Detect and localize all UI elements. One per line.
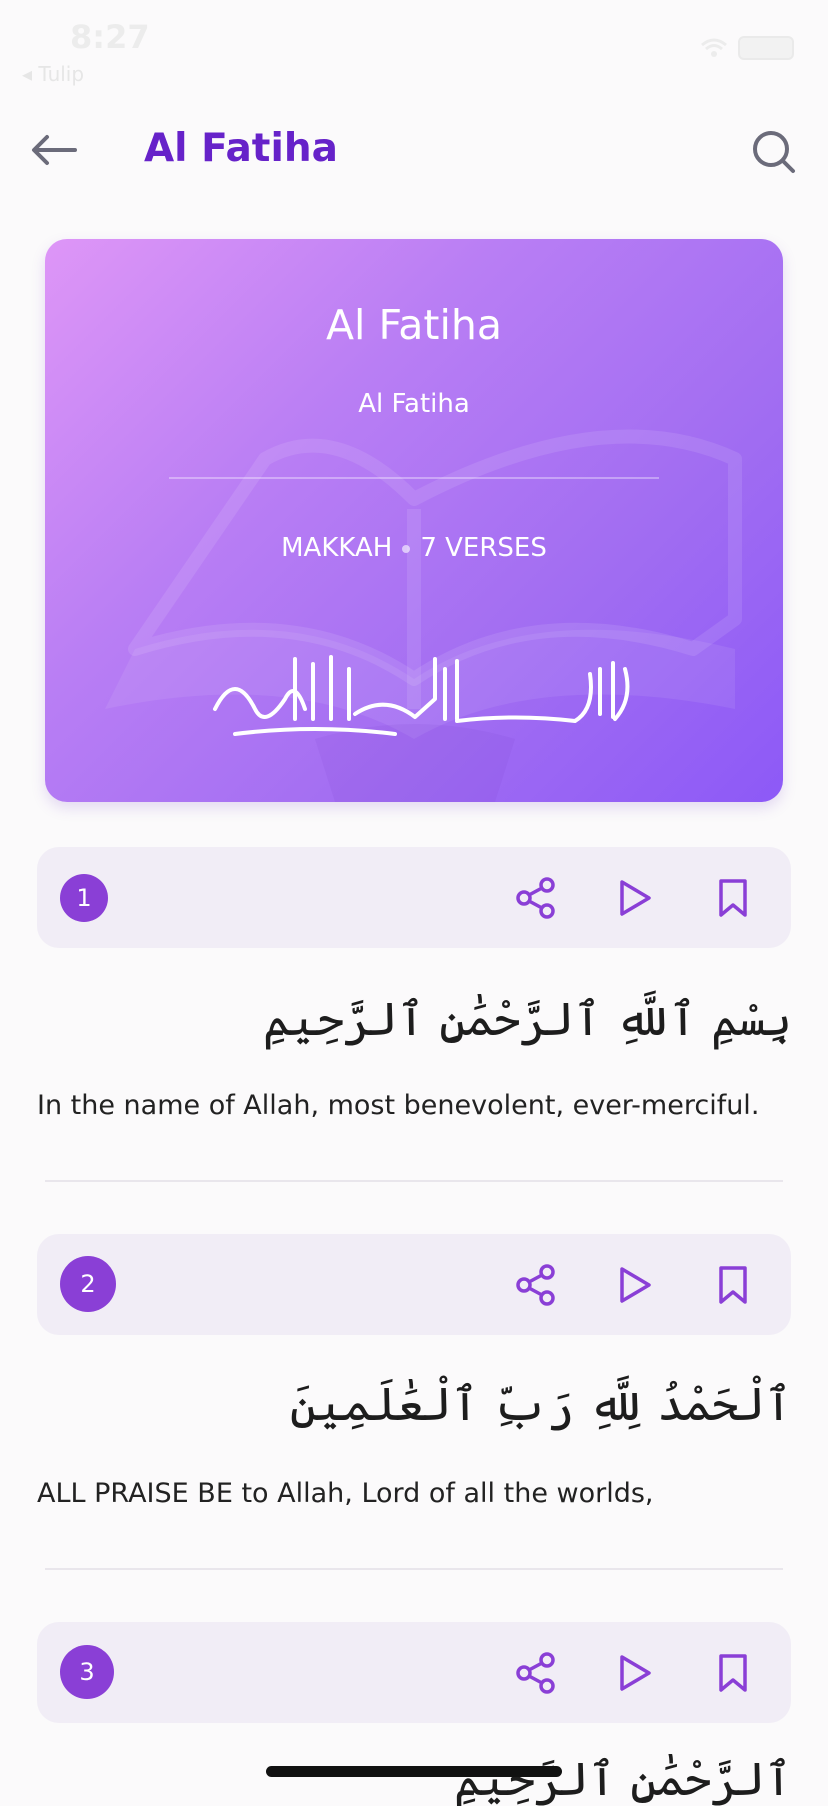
meta-separator-dot [402, 544, 411, 553]
battery-icon [738, 36, 794, 60]
verse-number-badge: 2 [60, 1256, 116, 1312]
share-icon [516, 1264, 555, 1306]
surah-translation-name: Al Fatiha [358, 389, 470, 419]
bookmark-icon [719, 1266, 747, 1304]
revelation-place: MAKKAH [281, 533, 393, 563]
verse-translation: In the name of Allah, most benevolent, e… [37, 1090, 760, 1121]
verse-separator [45, 1180, 783, 1182]
share-icon [516, 1652, 555, 1694]
bookmark-button[interactable] [708, 873, 758, 923]
wifi-icon [701, 38, 727, 57]
status-time: 8:27 [70, 18, 150, 56]
verse-arabic-text: ٱلْحَمْدُ لِلَّهِ رَبِّ ٱلْعَٰلَمِينَ [289, 1377, 792, 1431]
bismillah-calligraphy [213, 655, 630, 736]
surah-hero-card: Al Fatiha Al Fatiha MAKKAH 7 VERSES [45, 239, 783, 802]
status-indicators [700, 36, 794, 60]
share-button[interactable] [511, 873, 561, 923]
verse-toolbar: 1 [37, 847, 791, 948]
verse-arabic-text: ٱلرَّحْمَٰنِ ٱلرَّحِيمِ [453, 1752, 792, 1806]
share-button[interactable] [511, 1260, 561, 1310]
verse-arabic-text: بِسْمِ ٱللَّهِ ٱلرَّحْمَٰنِ ٱلرَّحِيمِ [262, 992, 792, 1046]
play-icon [620, 880, 651, 916]
share-button[interactable] [511, 1648, 561, 1698]
bookmark-button[interactable] [708, 1260, 758, 1310]
verse-toolbar: 2 [37, 1234, 791, 1335]
search-button[interactable] [750, 128, 798, 176]
bookmark-icon [719, 879, 747, 917]
verse-number-badge: 3 [60, 1645, 114, 1699]
status-back-app[interactable]: ◂ Tulip [22, 62, 84, 86]
verse-separator [45, 1568, 783, 1570]
play-button[interactable] [610, 1648, 660, 1698]
play-icon [620, 1655, 651, 1691]
verse-toolbar: 3 [37, 1622, 791, 1723]
play-button[interactable] [610, 873, 660, 923]
verse-number-badge: 1 [60, 874, 108, 922]
surah-meta: MAKKAH 7 VERSES [45, 533, 783, 563]
share-icon [516, 877, 555, 919]
home-indicator[interactable] [266, 1766, 562, 1777]
page-title: Al Fatiha [144, 126, 338, 171]
play-button[interactable] [610, 1260, 660, 1310]
verse-translation: ALL PRAISE BE to Allah, Lord of all the … [37, 1478, 654, 1509]
hero-divider [169, 477, 659, 479]
verse-count: 7 VERSES [420, 533, 547, 563]
bookmark-icon [719, 1654, 747, 1692]
arrow-left-icon [32, 135, 77, 165]
play-icon [620, 1267, 651, 1303]
app-header: Al Fatiha [0, 110, 828, 190]
surah-name: Al Fatiha [326, 301, 502, 349]
bookmark-button[interactable] [708, 1648, 758, 1698]
back-button[interactable] [28, 128, 80, 172]
search-icon [753, 131, 795, 173]
